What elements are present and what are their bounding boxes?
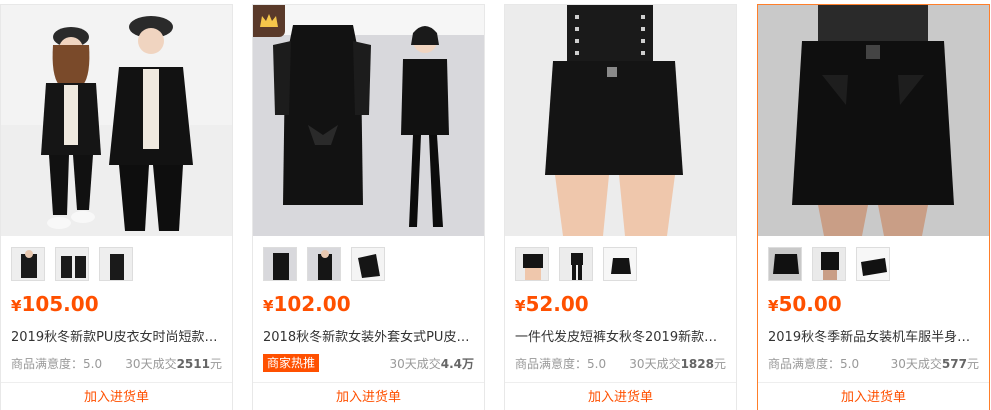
sales-unit: 元	[209, 357, 222, 371]
product-main-image[interactable]	[253, 5, 484, 236]
product-title[interactable]: 2019秋冬季新品女装机车服半身短款...	[768, 330, 980, 346]
sales-unit: 元	[966, 357, 979, 371]
product-card[interactable]: ¥52.00 一件代发皮短裤女秋冬2019新款外穿... 商品满意度：5.0 3…	[504, 4, 737, 410]
add-to-cart-button[interactable]: 加入进货单	[505, 382, 736, 410]
thumbnail[interactable]	[559, 247, 593, 281]
sales-unit: 元	[713, 357, 726, 371]
add-to-cart-button[interactable]: 加入进货单	[253, 382, 484, 410]
thumbnail[interactable]	[351, 247, 385, 281]
product-price: ¥102.00	[263, 292, 351, 322]
add-to-cart-button[interactable]: 加入进货单	[758, 382, 989, 410]
thumbnail[interactable]	[768, 247, 802, 281]
product-title[interactable]: 一件代发皮短裤女秋冬2019新款外穿...	[515, 330, 727, 346]
product-card[interactable]: ¥105.00 2019秋冬新款PU皮衣女时尚短款韩版... 商品满意度：5.0…	[0, 4, 233, 410]
sales-volume: 30天成交1828元	[629, 355, 726, 372]
sales-value: 1828	[680, 357, 714, 371]
satisfaction-rating: 商品满意度：5.0	[11, 357, 103, 371]
thumbnail[interactable]	[856, 247, 890, 281]
sales-label: 30天成交	[890, 357, 942, 371]
currency-symbol: ¥	[768, 297, 779, 315]
satisfaction-rating: 商品满意度：5.0	[515, 357, 607, 371]
product-card[interactable]: ¥102.00 2018秋冬新款女装外套女式PU皮衣女... 商家热推 30天成…	[252, 4, 485, 410]
thumbnail[interactable]	[603, 247, 637, 281]
thumbnail[interactable]	[515, 247, 549, 281]
thumbnail[interactable]	[99, 247, 133, 281]
currency-symbol: ¥	[263, 297, 274, 315]
product-title[interactable]: 2018秋冬新款女装外套女式PU皮衣女...	[263, 330, 475, 346]
product-meta: 商品满意度：5.0 30天成交2511元	[11, 354, 222, 372]
product-card[interactable]: ¥50.00 2019秋冬季新品女装机车服半身短款... 商品满意度：5.0 3…	[757, 4, 990, 410]
currency-symbol: ¥	[11, 297, 22, 315]
price-value: 52.00	[525, 292, 589, 316]
product-main-image[interactable]	[758, 5, 989, 236]
product-meta: 商品满意度：5.0 30天成交577元	[768, 354, 979, 372]
thumbnail[interactable]	[11, 247, 45, 281]
sales-label: 30天成交	[125, 357, 177, 371]
product-main-image[interactable]	[1, 5, 232, 236]
thumbnail[interactable]	[263, 247, 297, 281]
thumbnail[interactable]	[55, 247, 89, 281]
product-grid: ¥105.00 2019秋冬新款PU皮衣女时尚短款韩版... 商品满意度：5.0…	[0, 0, 991, 410]
sales-volume: 30天成交577元	[891, 355, 979, 372]
product-main-image[interactable]	[505, 5, 736, 236]
price-value: 50.00	[778, 292, 842, 316]
product-meta: 商品满意度：5.0 30天成交1828元	[515, 354, 726, 372]
sales-volume: 30天成交4.4万	[389, 355, 474, 372]
product-price: ¥52.00	[515, 292, 589, 322]
hot-recommend-tag: 商家热推	[263, 354, 320, 372]
product-price: ¥50.00	[768, 292, 842, 322]
crown-badge-icon	[253, 5, 285, 37]
add-to-cart-button[interactable]: 加入进货单	[1, 382, 232, 410]
thumbnail[interactable]	[307, 247, 341, 281]
thumbnail[interactable]	[812, 247, 846, 281]
product-title[interactable]: 2019秋冬新款PU皮衣女时尚短款韩版...	[11, 330, 223, 346]
product-price: ¥105.00	[11, 292, 99, 322]
price-value: 105.00	[21, 292, 99, 316]
sales-value: 2511	[176, 357, 210, 371]
product-meta: 商家热推 30天成交4.4万	[263, 354, 474, 372]
sales-value: 577	[941, 357, 967, 371]
price-value: 102.00	[273, 292, 351, 316]
sales-value: 4.4万	[440, 357, 474, 371]
currency-symbol: ¥	[515, 297, 526, 315]
satisfaction-rating: 商品满意度：5.0	[768, 357, 860, 371]
sales-label: 30天成交	[389, 357, 441, 371]
sales-volume: 30天成交2511元	[125, 355, 222, 372]
sales-label: 30天成交	[629, 357, 681, 371]
